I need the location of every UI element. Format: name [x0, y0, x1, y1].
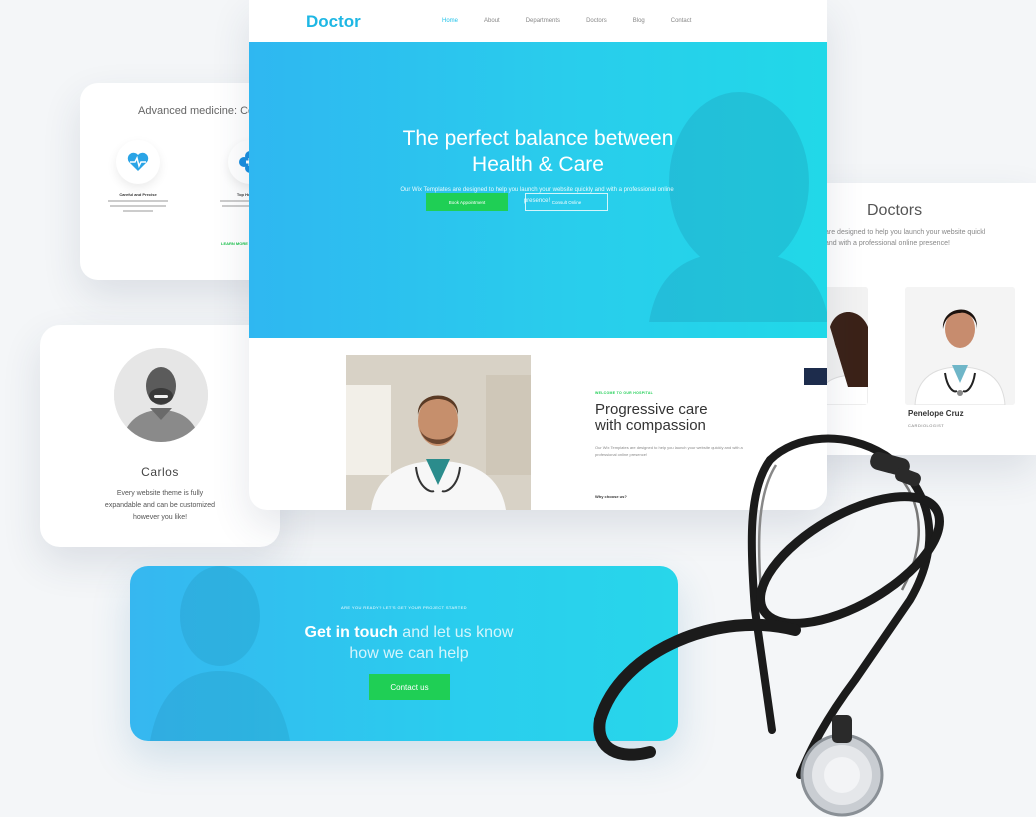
book-appointment-button[interactable]: Book Appointment — [426, 193, 508, 211]
doctors-title: Doctors — [867, 202, 923, 219]
hero-section: The perfect balance between Health & Car… — [249, 42, 827, 338]
nav-home[interactable]: Home — [442, 18, 458, 24]
doctor-photo — [346, 355, 531, 510]
dark-tab[interactable] — [804, 368, 827, 385]
medicine-heading: Advanced medicine: Co — [138, 105, 255, 117]
nav-contact[interactable]: Contact — [671, 18, 692, 24]
nav-doctors[interactable]: Doctors — [586, 18, 607, 24]
contact-us-button[interactable]: Contact us — [369, 674, 450, 700]
hero-title: The perfect balance between Health & Car… — [402, 127, 674, 176]
doctor-photo[interactable] — [905, 287, 1015, 405]
feature-title: Careful and Precise — [119, 192, 157, 197]
doctors-subtitle: are designed to help you launch your web… — [825, 229, 986, 247]
feature-careful: Careful and Precise — [98, 140, 178, 212]
profile-bio: Every website theme is fully expandable … — [104, 490, 216, 521]
nav-blog[interactable]: Blog — [633, 18, 645, 24]
avatar — [114, 348, 208, 442]
doctor-role: CARDIOLOGIST — [908, 423, 945, 428]
profile-card: Carlos Every website theme is fully expa… — [40, 325, 280, 547]
stethoscope-image — [593, 434, 944, 817]
doctor-name: Penelope Cruz — [908, 409, 964, 418]
nav-about[interactable]: About — [484, 18, 500, 24]
learn-more-link[interactable]: LEARN MORE — [221, 241, 248, 246]
site-nav: Home About Departments Doctors Blog Cont… — [442, 18, 717, 24]
site-header: Doctor Home About Departments Doctors Bl… — [249, 0, 827, 42]
care-eyebrow: WELCOME TO OUR HOSPITAL — [595, 391, 654, 395]
site-logo[interactable]: Doctor — [306, 12, 361, 32]
consult-online-button[interactable]: Consult Online — [525, 193, 608, 211]
nav-departments[interactable]: Departments — [526, 18, 560, 24]
profile-name: Carlos — [141, 465, 179, 479]
heart-pulse-icon — [116, 140, 160, 184]
